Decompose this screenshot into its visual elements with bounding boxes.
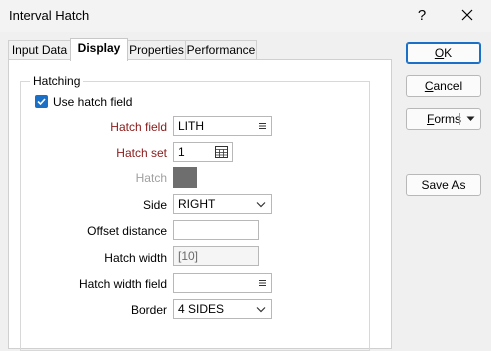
window-title: Interval Hatch [9, 8, 90, 23]
hatch-set-value: 1 [178, 145, 185, 159]
hatch-field-input[interactable]: LITH [173, 116, 272, 136]
hatch-field-label: Hatch field [110, 120, 167, 134]
title-bar: Interval Hatch ? [0, 0, 491, 32]
tab-properties[interactable]: Properties [127, 40, 186, 60]
hatch-label: Hatch [135, 171, 167, 185]
table-icon[interactable] [215, 146, 228, 158]
hatch-width-input[interactable]: [10] [173, 246, 259, 266]
hatch-set-input[interactable]: 1 [173, 142, 233, 162]
close-button[interactable] [454, 5, 480, 27]
side-label: Side [142, 198, 167, 212]
save-as-button[interactable]: Save As [406, 174, 481, 196]
border-select[interactable]: 4 SIDES [173, 299, 272, 319]
close-icon [461, 9, 473, 21]
use-hatch-field-label[interactable]: Use hatch field [53, 95, 132, 109]
side-value: RIGHT [178, 197, 216, 211]
help-button[interactable]: ? [410, 5, 434, 27]
hatch-width-field-label: Hatch width field [78, 277, 167, 291]
border-label: Border [130, 303, 167, 317]
tab-performance[interactable]: Performance [185, 40, 257, 60]
ok-mnemonic: O [434, 46, 445, 60]
checkmark-icon [37, 98, 46, 106]
cancel-button[interactable]: Cancel [406, 75, 481, 97]
ok-button[interactable]: OK [406, 42, 481, 64]
chevron-down-icon [256, 307, 266, 313]
hatch-width-field-input[interactable] [173, 273, 272, 293]
forms-divider [459, 113, 460, 125]
ok-label-rest: K [444, 46, 453, 60]
dropdown-arrow-icon[interactable] [466, 116, 475, 122]
hatch-field-value: LITH [178, 119, 205, 133]
cancel-label-rest: ancel [433, 79, 463, 93]
border-value: 4 SIDES [178, 302, 225, 316]
hatch-swatch[interactable] [173, 167, 197, 188]
chevron-down-icon [256, 202, 266, 208]
side-select[interactable]: RIGHT [173, 194, 272, 214]
tab-display[interactable]: Display [70, 38, 128, 61]
forms-label-rest: orms [434, 112, 462, 126]
offset-distance-label: Offset distance [87, 224, 167, 238]
list-icon[interactable] [258, 278, 267, 288]
use-hatch-field-checkbox[interactable] [35, 95, 48, 108]
hatching-group-label: Hatching [30, 74, 84, 88]
hatch-width-label: Hatch width [104, 251, 167, 265]
tab-input-data[interactable]: Input Data [8, 40, 71, 60]
list-icon[interactable] [258, 121, 267, 131]
offset-distance-input[interactable] [173, 220, 259, 240]
hatch-set-label: Hatch set [116, 146, 167, 160]
